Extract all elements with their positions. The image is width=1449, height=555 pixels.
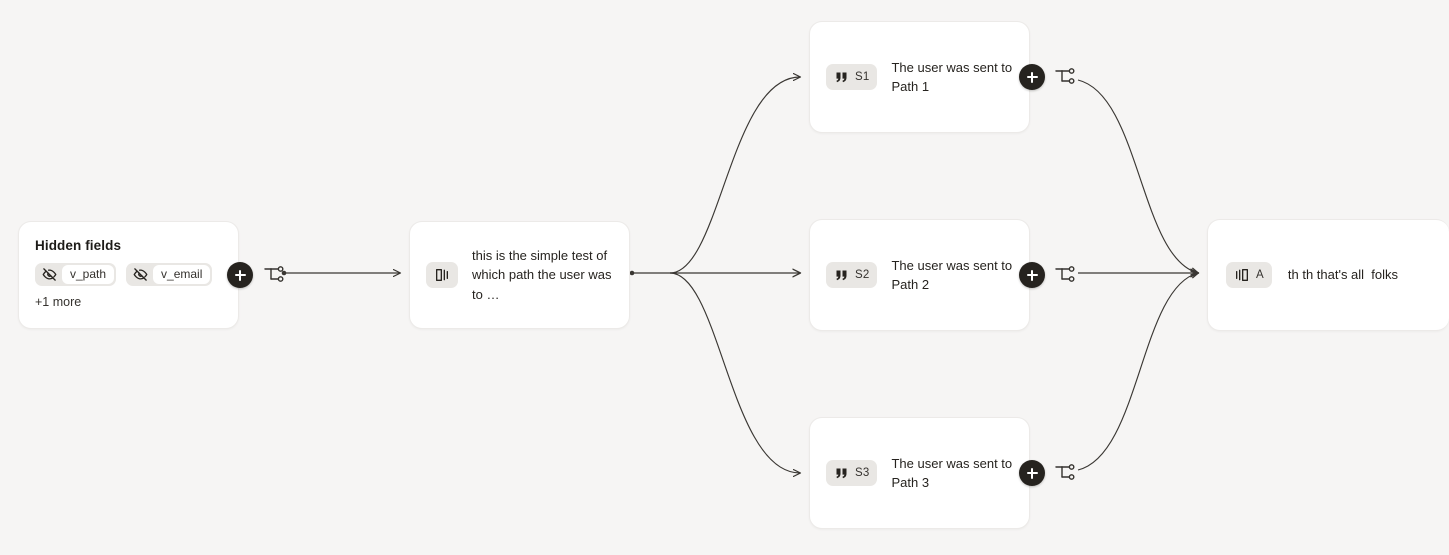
path-node-text: The user was sent to Path 2 [891,257,1013,293]
merge-branch-icon: A [1226,262,1272,288]
path-badge-label: S3 [855,467,870,479]
hidden-field-chip-label: v_email [153,265,211,284]
branch-icon[interactable] [1054,265,1076,285]
end-badge-label: A [1256,269,1264,281]
add-step-button[interactable] [1019,64,1045,90]
path-node-text: The user was sent to Path 3 [891,455,1013,491]
eye-off-icon [39,265,59,285]
node-path-2[interactable]: S2 The user was sent to Path 2 [809,219,1030,331]
node-path-1[interactable]: S1 The user was sent to Path 1 [809,21,1030,133]
quote-icon [836,270,847,280]
split-node-text: this is the simple test of which path th… [472,247,612,302]
quote-icon [836,468,847,478]
path-node-text: The user was sent to Path 1 [891,59,1013,95]
end-node-text: th th that's all folks [1287,267,1399,283]
path-badge-label: S1 [855,71,870,83]
add-step-button[interactable] [1019,262,1045,288]
hidden-fields-title: Hidden fields [35,238,122,253]
branch-icon[interactable] [1054,463,1076,483]
node-path-3[interactable]: S3 The user was sent to Path 3 [809,417,1030,529]
path-badge-label: S2 [855,269,870,281]
add-step-button[interactable] [227,262,253,288]
flow-canvas[interactable]: Hidden fields v_path v_email +1 more thi… [0,0,1449,555]
hidden-fields-chip-list: v_path v_email [35,263,222,286]
hidden-field-chip-label: v_path [62,265,115,284]
path-badge: S2 [826,262,878,288]
branch-icon[interactable] [263,265,285,285]
hidden-fields-more-label[interactable]: +1 more [35,295,222,309]
hidden-field-chip[interactable]: v_email [126,263,213,286]
node-split-router[interactable]: this is the simple test of which path th… [409,221,630,329]
end-node-row: A th th that's all folks [1208,220,1449,330]
path-node-row: S2 The user was sent to Path 2 [810,220,1029,330]
branch-icon[interactable] [1054,67,1076,87]
path-node-row: S3 The user was sent to Path 3 [810,418,1029,528]
eye-off-icon [130,265,150,285]
node-end[interactable]: A th th that's all folks [1207,219,1449,331]
path-node-row: S1 The user was sent to Path 1 [810,22,1029,132]
node-hidden-fields[interactable]: Hidden fields v_path v_email +1 more [18,221,239,329]
path-badge: S1 [826,64,878,90]
split-node-row: this is the simple test of which path th… [410,222,629,328]
split-branch-icon [426,262,458,288]
add-step-button[interactable] [1019,460,1045,486]
hidden-field-chip[interactable]: v_path [35,263,117,286]
quote-icon [836,72,847,82]
path-badge: S3 [826,460,878,486]
